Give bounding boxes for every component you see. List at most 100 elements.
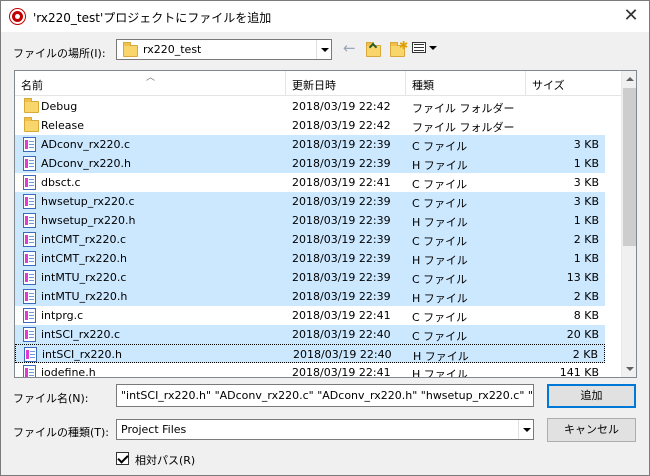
location-combobox[interactable]: rx220_test <box>116 39 332 60</box>
file-date: 2018/03/19 22:39 <box>292 271 391 284</box>
file-date: 2018/03/19 22:42 <box>292 100 391 113</box>
location-value: rx220_test <box>143 43 202 56</box>
file-date: 2018/03/19 22:42 <box>292 119 391 132</box>
column-header-type[interactable]: 種類 <box>406 71 526 96</box>
file-type: C ファイル <box>412 273 468 286</box>
file-size: 2 KB <box>573 233 599 246</box>
file-date: 2018/03/19 22:41 <box>292 366 391 378</box>
filename-input[interactable]: "intSCI_rx220.h" "ADconv_rx220.c" "ADcon… <box>116 384 534 407</box>
file-name: intSCI_rx220.h <box>42 348 122 361</box>
vertical-scrollbar[interactable] <box>621 71 636 377</box>
list-item[interactable]: Debug 2018/03/19 22:42 ファイル フォルダー <box>15 97 605 116</box>
file-size: 3 KB <box>573 138 599 151</box>
file-name: Debug <box>41 100 78 113</box>
file-date: 2018/03/19 22:39 <box>292 138 391 151</box>
column-header-date[interactable]: 更新日時 <box>286 71 406 96</box>
add-button[interactable]: 追加 <box>547 384 636 408</box>
filename-value: "intSCI_rx220.h" "ADconv_rx220.c" "ADcon… <box>121 389 534 402</box>
file-size: 141 KB <box>559 366 599 378</box>
new-folder-icon[interactable]: ✱ <box>389 39 408 59</box>
source-file-icon <box>23 289 36 304</box>
file-type: H ファイル <box>412 368 468 378</box>
file-type: C ファイル <box>412 235 468 248</box>
source-file-icon <box>23 194 36 209</box>
file-type: C ファイル <box>412 140 468 153</box>
filetype-label: ファイルの種類(T): <box>13 426 110 439</box>
list-header: ︿ 名前 更新日時 種類 サイズ <box>15 71 621 96</box>
list-item[interactable]: intMTU_rx220.h 2018/03/19 22:39 H ファイル 2 KB <box>15 287 605 306</box>
file-name: intprg.c <box>41 309 84 322</box>
app-icon <box>10 9 25 24</box>
chevron-down-icon[interactable] <box>518 420 533 439</box>
back-icon[interactable]: ← <box>343 39 356 59</box>
file-date: 2018/03/19 22:39 <box>292 233 391 246</box>
file-type: H ファイル <box>412 292 468 305</box>
file-size: 13 KB <box>566 271 599 284</box>
file-date: 2018/03/19 22:39 <box>292 290 391 303</box>
cancel-button[interactable]: キャンセル <box>547 418 636 442</box>
file-type: C ファイル <box>412 330 468 343</box>
list-item[interactable]: intMTU_rx220.c 2018/03/19 22:39 C ファイル 13 K… <box>15 268 605 287</box>
column-header-name[interactable]: 名前 <box>15 71 286 96</box>
file-type: H ファイル <box>412 216 468 229</box>
file-size: 20 KB <box>566 328 599 341</box>
title-bar: 'rx220_test'プロジェクトにファイルを追加 ✕ <box>1 1 649 32</box>
scroll-down-icon[interactable] <box>622 361 636 377</box>
list-item[interactable]: ADconv_rx220.c 2018/03/19 22:39 C ファイル 3 KB <box>15 135 605 154</box>
up-folder-icon[interactable] <box>365 39 383 59</box>
file-name: hwsetup_rx220.c <box>41 195 135 208</box>
relative-path-checkbox[interactable] <box>116 452 129 465</box>
list-item[interactable]: intSCI_rx220.c 2018/03/19 22:40 C ファイル 20 K… <box>15 325 605 344</box>
file-name: intCMT_rx220.h <box>41 252 127 265</box>
scrollbar-thumb[interactable] <box>623 88 636 246</box>
list-item[interactable]: iodefine.h 2018/03/19 22:41 H ファイル 141 KB <box>15 363 605 378</box>
file-name: intSCI_rx220.c <box>41 328 121 341</box>
list-item[interactable]: intCMT_rx220.h 2018/03/19 22:39 H ファイル 1 KB <box>15 249 605 268</box>
list-item[interactable]: hwsetup_rx220.h 2018/03/19 22:39 H ファイル 1 K… <box>15 211 605 230</box>
file-list[interactable]: ︿ 名前 更新日時 種類 サイズ Debug 2018/03/19 22:42 ファ… <box>14 70 637 378</box>
file-name: hwsetup_rx220.h <box>41 214 136 227</box>
list-item[interactable]: hwsetup_rx220.c 2018/03/19 22:39 C ファイル 3 K… <box>15 192 605 211</box>
source-file-icon <box>23 308 36 323</box>
add-file-dialog: 'rx220_test'プロジェクトにファイルを追加 ✕ ファイルの場所(I):… <box>0 0 650 476</box>
source-file-icon <box>23 327 36 342</box>
close-icon[interactable]: ✕ <box>619 5 643 27</box>
source-file-icon <box>23 365 36 377</box>
chevron-down-icon[interactable] <box>316 40 331 59</box>
file-name: dbsct.c <box>41 176 81 189</box>
view-menu-icon[interactable] <box>412 39 438 59</box>
column-header-size[interactable]: サイズ <box>526 71 621 96</box>
file-type: ファイル フォルダー <box>412 121 515 134</box>
file-size: 1 KB <box>573 252 599 265</box>
source-file-icon <box>23 270 36 285</box>
folder-icon <box>123 42 138 57</box>
file-date: 2018/03/19 22:41 <box>292 309 391 322</box>
file-size: 2 KB <box>572 348 598 361</box>
file-type: C ファイル <box>412 178 468 191</box>
relative-path-label[interactable]: 相対パス(R) <box>135 452 195 468</box>
file-date: 2018/03/19 22:39 <box>292 214 391 227</box>
list-item[interactable]: ADconv_rx220.h 2018/03/19 22:39 H ファイル 1 KB <box>15 154 605 173</box>
file-name: intCMT_rx220.c <box>41 233 127 246</box>
list-item[interactable]: intprg.c 2018/03/19 22:41 C ファイル 8 KB <box>15 306 605 325</box>
file-date: 2018/03/19 22:40 <box>293 348 392 361</box>
folder-icon <box>24 98 39 113</box>
list-item[interactable]: intSCI_rx220.h 2018/03/19 22:40 H ファイル 2 KB <box>15 344 605 363</box>
source-file-icon <box>23 213 36 228</box>
file-name: ADconv_rx220.h <box>41 157 131 170</box>
file-date: 2018/03/19 22:39 <box>292 195 391 208</box>
file-date: 2018/03/19 22:39 <box>292 252 391 265</box>
scroll-up-icon[interactable] <box>622 71 636 87</box>
source-file-icon <box>23 232 36 247</box>
list-item[interactable]: dbsct.c 2018/03/19 22:41 C ファイル 3 KB <box>15 173 605 192</box>
list-item[interactable]: Release 2018/03/19 22:42 ファイル フォルダー <box>15 116 605 135</box>
file-date: 2018/03/19 22:39 <box>292 157 391 170</box>
filetype-combobox[interactable]: Project Files <box>116 419 534 440</box>
file-type: C ファイル <box>412 311 468 324</box>
source-file-icon <box>23 175 36 190</box>
file-size: 3 KB <box>573 176 599 189</box>
source-file-icon <box>23 251 36 266</box>
list-item[interactable]: intCMT_rx220.c 2018/03/19 22:39 C ファイル 2 KB <box>15 230 605 249</box>
file-date: 2018/03/19 22:41 <box>292 176 391 189</box>
file-size: 3 KB <box>573 195 599 208</box>
